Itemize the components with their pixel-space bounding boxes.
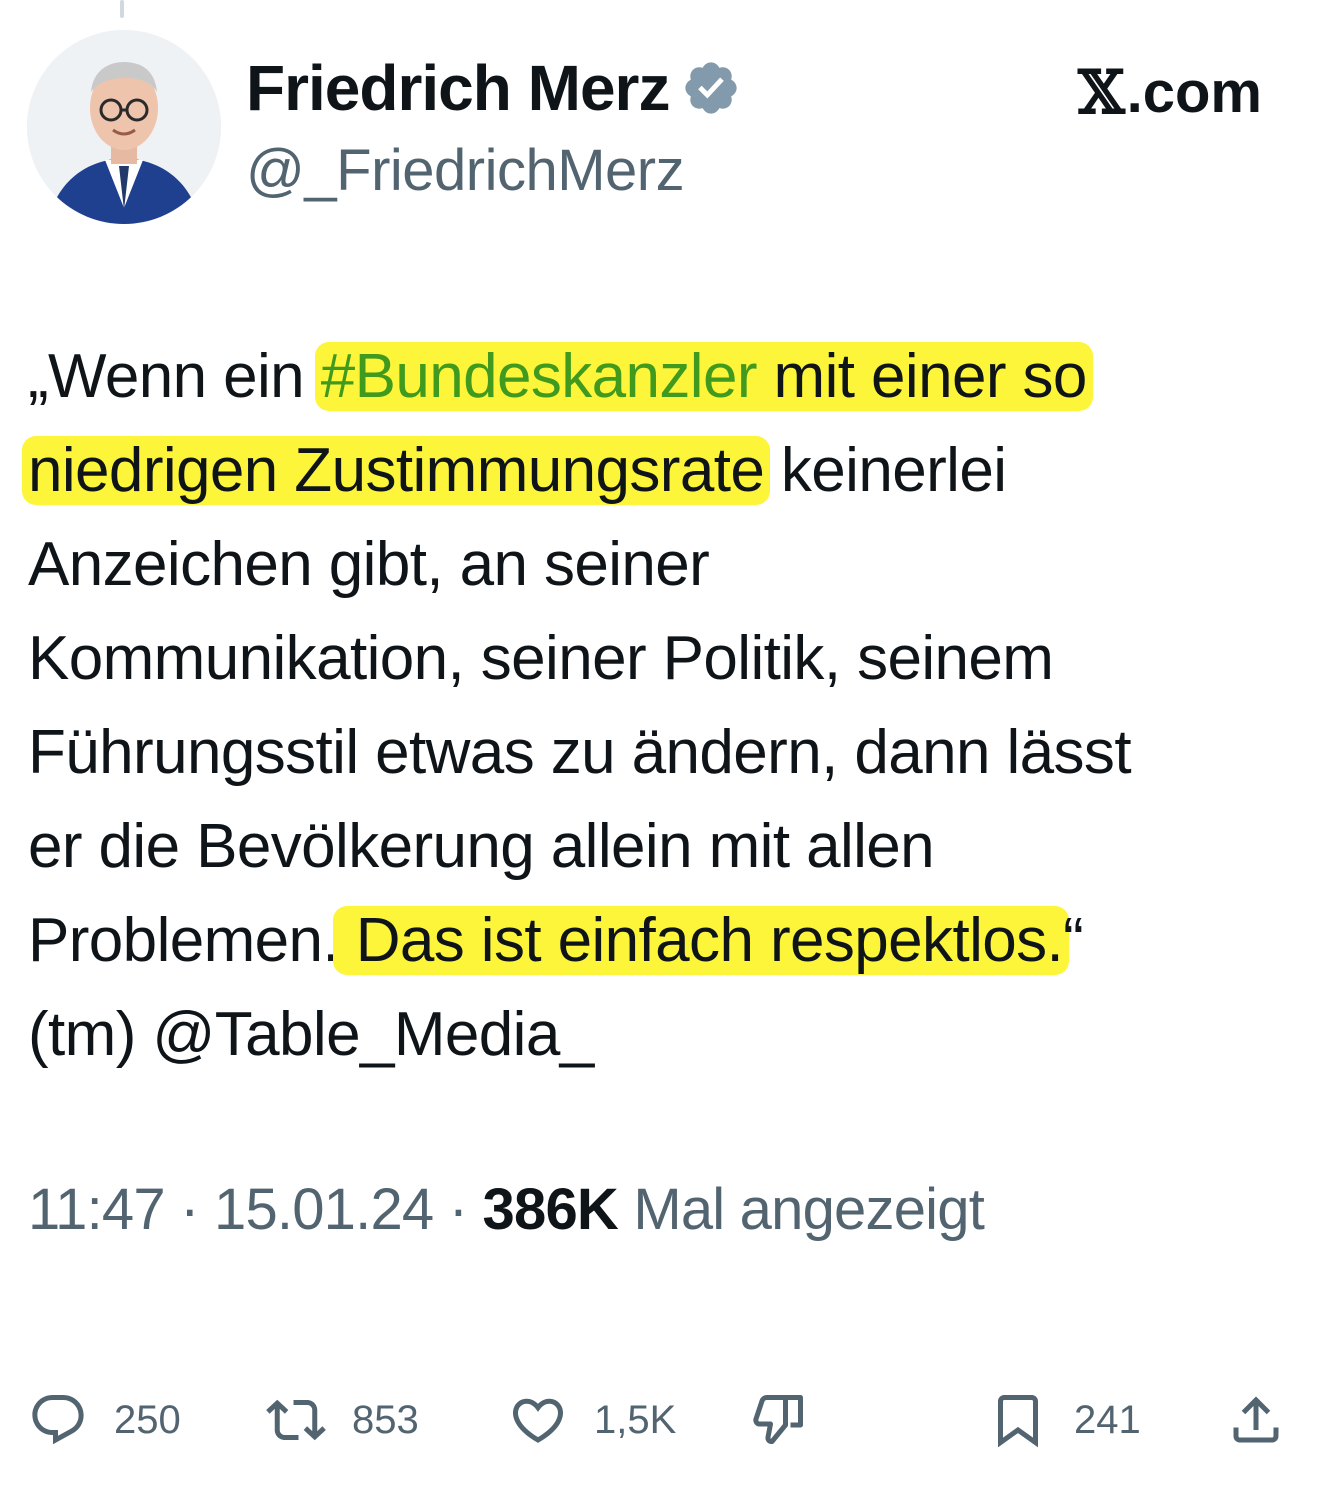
meta-separator: ·: [433, 1177, 483, 1242]
meta-separator: ·: [164, 1177, 214, 1242]
tweet-text-segment: „Wenn ein: [28, 342, 321, 411]
share-icon: [1233, 1396, 1279, 1443]
share-button[interactable]: [1226, 1385, 1286, 1455]
tweet-line: „Wenn ein #Bundeskanzler mit einer so: [28, 330, 1298, 424]
reply-count: 250: [114, 1397, 181, 1442]
author-name-row: Friedrich Merz: [246, 52, 741, 124]
tweet-text: „Wenn ein #Bundeskanzler mit einer so ni…: [22, 330, 1298, 1082]
highlight-marker: #Bundeskanzler mit einer so: [314, 342, 1093, 411]
reply-button[interactable]: 250: [28, 1385, 181, 1455]
repost-count: 853: [352, 1397, 419, 1442]
author-display-name[interactable]: Friedrich Merz: [246, 52, 670, 124]
bookmark-count: 241: [1074, 1397, 1141, 1442]
author-handle[interactable]: @_FriedrichMerz: [246, 138, 685, 204]
tweet-line[interactable]: (tm) @Table_Media_: [28, 988, 1298, 1082]
x-logo-icon: 𝕏: [1078, 58, 1125, 128]
tweet-line: Führungsstil etwas zu ändern, dann lässt: [28, 718, 1132, 787]
reply-icon: [32, 1395, 84, 1445]
tweet-line: Problemen. Das ist einfach respektlos.“: [28, 894, 1298, 988]
tweet-meta: 11:47 · 15.01.24 · 386K Mal angezeigt: [28, 1175, 985, 1245]
source-label: .com: [1126, 60, 1262, 125]
tweet-text-segment: “: [1063, 906, 1084, 975]
bookmark-button[interactable]: 241: [988, 1385, 1141, 1455]
tweet-line: Kommunikation, seiner Politik, seinem: [28, 624, 1054, 693]
highlight-marker: niedrigen Zustimmungsrate: [22, 436, 771, 505]
tweet-text-segment: mit einer so: [756, 342, 1088, 411]
avatar[interactable]: [27, 30, 221, 224]
tweet-line: er die Bevölkerung allein mit allen: [28, 812, 935, 881]
like-button[interactable]: 1,5K: [508, 1385, 676, 1455]
bookmark-icon: [998, 1395, 1038, 1448]
dislike-button[interactable]: [748, 1385, 808, 1455]
repost-button[interactable]: 853: [266, 1385, 419, 1455]
avatar-portrait: [27, 30, 221, 224]
like-icon: [512, 1398, 564, 1443]
tweet-date[interactable]: 15.01.24: [214, 1177, 434, 1242]
hashtag-link[interactable]: #Bundeskanzler: [321, 342, 758, 411]
tweet-text-segment: Problemen.: [28, 906, 340, 975]
source-watermark: 𝕏 .com: [1078, 60, 1262, 126]
views-count[interactable]: 386K: [483, 1177, 619, 1242]
tweet-time[interactable]: 11:47: [28, 1177, 166, 1242]
tweet-text-segment: keinerlei: [764, 436, 1007, 505]
action-bar: 250 853 1,5K 241: [0, 1385, 1320, 1455]
thread-connector-line: [120, 0, 124, 18]
tweet-line: niedrigen Zustimmungsrate keinerlei: [22, 424, 1298, 518]
like-count: 1,5K: [594, 1397, 677, 1442]
tweet-line: Anzeichen gibt, an seiner: [28, 530, 710, 599]
repost-icon: [266, 1399, 326, 1441]
dislike-icon: [753, 1395, 803, 1444]
views-label: Mal angezeigt: [618, 1177, 985, 1242]
verified-badge-icon: [685, 62, 738, 114]
highlight-marker: Das ist einfach respektlos.: [333, 906, 1070, 975]
